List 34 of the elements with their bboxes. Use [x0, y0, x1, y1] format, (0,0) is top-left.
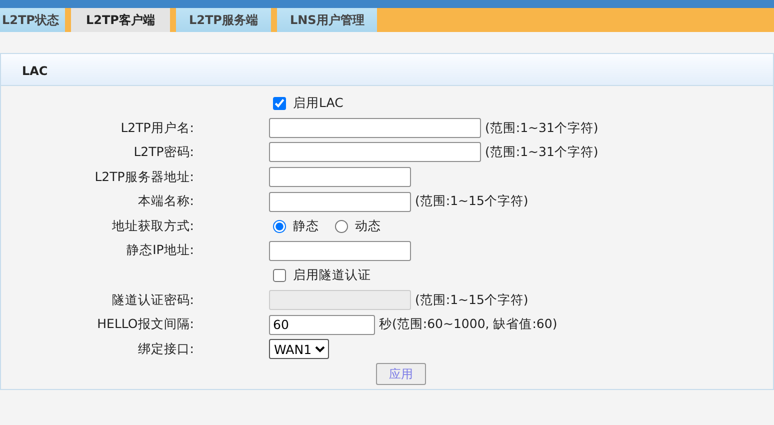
field-label: L2TP用户名:	[120, 120, 194, 135]
field-label: HELLO报文间隔:	[97, 316, 194, 332]
field-label: 绑定接口:	[138, 340, 194, 356]
tab[interactable]: L2TP状态	[0, 8, 65, 32]
panel-title: LAC	[1, 54, 773, 85]
tab[interactable]: L2TP客户端	[70, 8, 170, 32]
input-field[interactable]	[269, 192, 411, 212]
checkbox[interactable]	[273, 96, 286, 110]
input-field[interactable]	[269, 142, 481, 162]
tab[interactable]: L2TP服务端	[176, 8, 271, 32]
field-label: 本端名称:	[138, 193, 194, 208]
input-field[interactable]	[269, 240, 411, 261]
field-label: L2TP服务器地址:	[94, 168, 194, 184]
range-hint: (范围:1~31个字符)	[485, 118, 598, 137]
range-hint: (范围:1~15个字符)	[415, 192, 528, 210]
radio-button[interactable]	[273, 220, 286, 233]
range-hint: (范围:1~15个字符)	[415, 290, 528, 309]
checkbox-label[interactable]: 启用LAC	[293, 94, 344, 113]
input-field[interactable]	[269, 118, 481, 138]
field-label: 静态IP地址:	[126, 242, 194, 258]
tab[interactable]: LNS用户管理	[276, 8, 378, 32]
field-label: 隧道认证密码:	[112, 292, 194, 307]
range-hint: (范围:1~31个字符)	[485, 143, 598, 162]
range-hint: 秒(范围:60~1000, 缺省值:60)	[379, 315, 558, 334]
checkbox[interactable]	[273, 268, 286, 282]
input-field[interactable]: 60	[269, 314, 375, 335]
checkbox-label[interactable]: 启用隧道认证	[293, 266, 371, 285]
input-field[interactable]	[269, 167, 411, 188]
field-label: 地址获取方式:	[112, 218, 194, 233]
radio-button[interactable]	[335, 220, 348, 233]
radio-label[interactable]: 动态	[355, 216, 381, 236]
interface-select[interactable]: WAN1	[269, 339, 329, 360]
radio-label[interactable]: 静态	[293, 216, 319, 236]
field-label: L2TP密码:	[134, 144, 194, 160]
